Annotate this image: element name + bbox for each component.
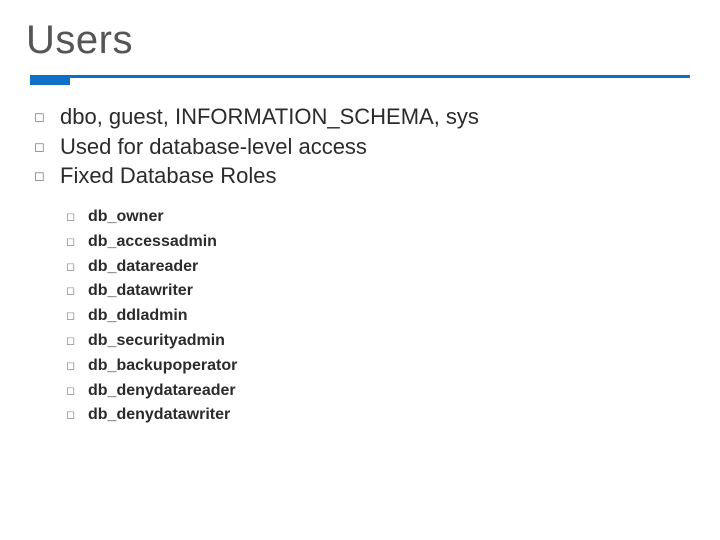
- hollow-square-icon: ◻: [66, 379, 88, 400]
- list-item: ◻ Used for database-level access: [34, 132, 690, 162]
- hollow-square-icon: ◻: [66, 354, 88, 375]
- role-name: db_securityadmin: [88, 329, 225, 354]
- list-item: ◻ db_denydatawriter: [66, 403, 690, 428]
- page-title: Users: [26, 18, 690, 63]
- hollow-square-icon: ◻: [34, 102, 60, 126]
- role-name: db_owner: [88, 205, 164, 230]
- list-item: ◻ db_backupoperator: [66, 354, 690, 379]
- list-item: ◻ db_datareader: [66, 255, 690, 280]
- list-item: ◻ Fixed Database Roles: [34, 161, 690, 191]
- hollow-square-icon: ◻: [34, 161, 60, 185]
- hollow-square-icon: ◻: [66, 304, 88, 325]
- role-name: db_ddladmin: [88, 304, 188, 329]
- bullet-text: dbo, guest, INFORMATION_SCHEMA, sys: [60, 102, 479, 132]
- hollow-square-icon: ◻: [34, 132, 60, 156]
- list-item: ◻ db_ddladmin: [66, 304, 690, 329]
- role-name: db_datareader: [88, 255, 198, 280]
- role-name: db_backupoperator: [88, 354, 237, 379]
- list-item: ◻ db_denydatareader: [66, 379, 690, 404]
- role-name: db_accessadmin: [88, 230, 217, 255]
- hollow-square-icon: ◻: [66, 205, 88, 226]
- hollow-square-icon: ◻: [66, 279, 88, 300]
- list-item: ◻ db_accessadmin: [66, 230, 690, 255]
- role-name: db_denydatawriter: [88, 403, 230, 428]
- role-name: db_denydatareader: [88, 379, 236, 404]
- title-underline: [30, 75, 690, 78]
- list-item: ◻ db_datawriter: [66, 279, 690, 304]
- list-item: ◻ db_owner: [66, 205, 690, 230]
- hollow-square-icon: ◻: [66, 230, 88, 251]
- bullet-text: Used for database-level access: [60, 132, 367, 162]
- bullet-list: ◻ dbo, guest, INFORMATION_SCHEMA, sys ◻ …: [34, 102, 690, 191]
- content-area: ◻ dbo, guest, INFORMATION_SCHEMA, sys ◻ …: [30, 84, 690, 428]
- bullet-text: Fixed Database Roles: [60, 161, 276, 191]
- hollow-square-icon: ◻: [66, 255, 88, 276]
- slide: Users ◻ dbo, guest, INFORMATION_SCHEMA, …: [0, 0, 720, 540]
- hollow-square-icon: ◻: [66, 403, 88, 424]
- roles-list: ◻ db_owner ◻ db_accessadmin ◻ db_datarea…: [66, 205, 690, 428]
- list-item: ◻ dbo, guest, INFORMATION_SCHEMA, sys: [34, 102, 690, 132]
- list-item: ◻ db_securityadmin: [66, 329, 690, 354]
- role-name: db_datawriter: [88, 279, 193, 304]
- hollow-square-icon: ◻: [66, 329, 88, 350]
